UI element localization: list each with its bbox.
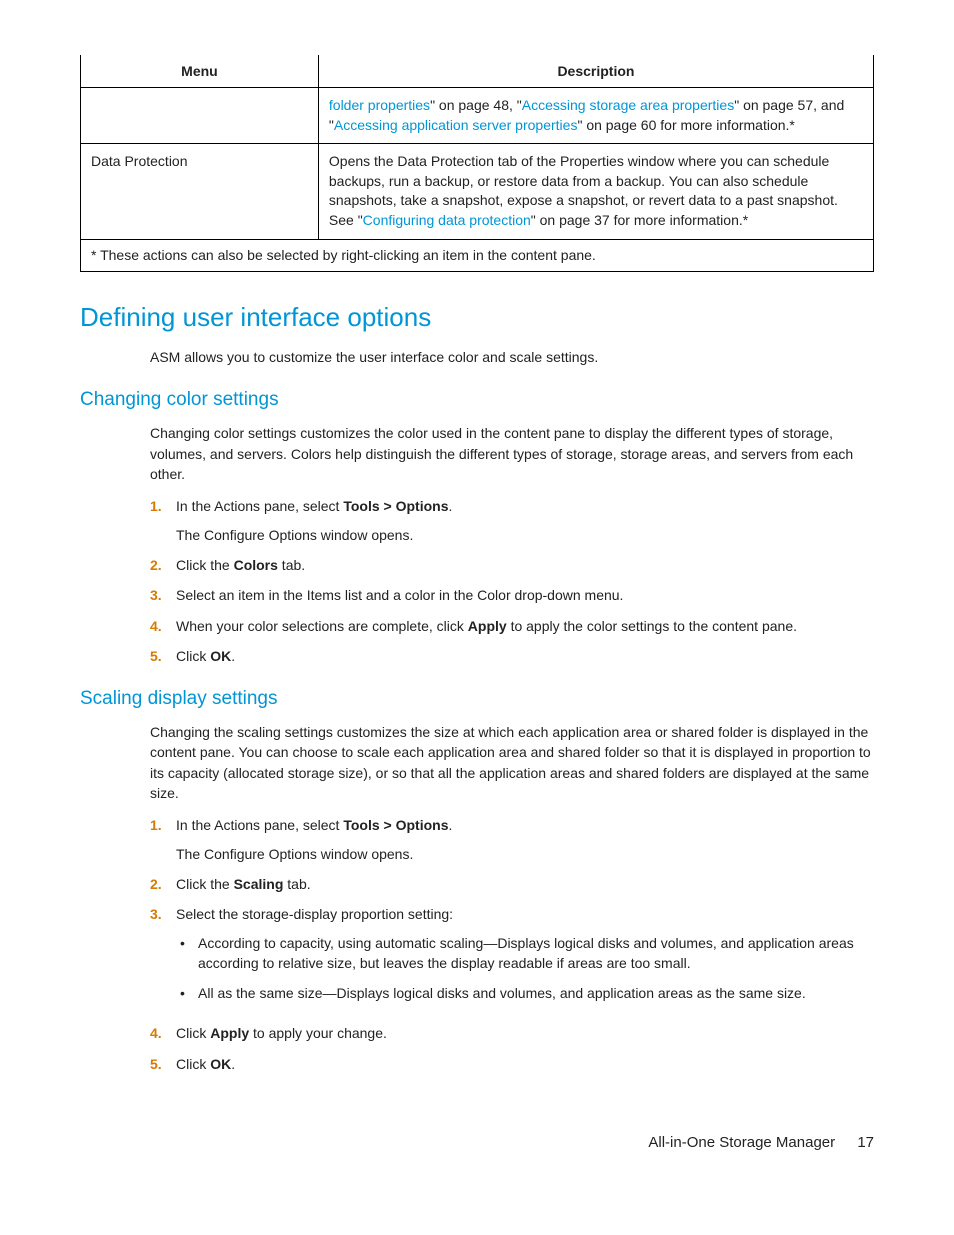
text: Select an item in the Items list and a c… [176, 585, 874, 605]
text-bold: Tools > Options [343, 498, 448, 514]
bullet-item: • All as the same size—Displays logical … [176, 983, 874, 1003]
text-bold: Apply [468, 618, 507, 634]
bullet-item: • According to capacity, using automatic… [176, 933, 874, 974]
text: tab. [278, 557, 305, 573]
heading-changing-color-settings: Changing color settings [80, 389, 874, 411]
step-subtext: The Configure Options window opens. [176, 525, 874, 545]
table-cell-description: folder properties" on page 48, "Accessin… [318, 88, 873, 144]
table-cell-menu: Data Protection [81, 144, 319, 239]
table-header-description: Description [318, 55, 873, 88]
step-item: 4. Click Apply to apply your change. [150, 1023, 874, 1043]
text: " on page 60 for more information.* [577, 117, 794, 133]
link-storage-area-properties[interactable]: Accessing storage area properties [522, 97, 734, 113]
text: to apply the color settings to the conte… [507, 618, 797, 634]
step-number: 3. [150, 904, 176, 1013]
step-subtext: The Configure Options window opens. [176, 844, 874, 864]
table-header-row: Menu Description [81, 55, 874, 88]
step-item: 3. Select the storage-display proportion… [150, 904, 874, 1013]
text-bold: OK [210, 648, 231, 664]
text: Click the [176, 557, 234, 573]
step-item: 2. Click the Scaling tab. [150, 874, 874, 894]
step-item: 2. Click the Colors tab. [150, 555, 874, 575]
table-cell-menu [81, 88, 319, 144]
text-bold: Colors [234, 557, 278, 573]
text: Click [176, 1025, 210, 1041]
heading-scaling-display-settings: Scaling display settings [80, 688, 874, 710]
step-number: 5. [150, 1054, 176, 1074]
text: . [231, 1056, 235, 1072]
text: to apply your change. [249, 1025, 387, 1041]
text: According to capacity, using automatic s… [198, 933, 874, 974]
step-item: 4. When your color selections are comple… [150, 616, 874, 636]
step-number: 1. [150, 496, 176, 545]
text-bold: Apply [210, 1025, 249, 1041]
step-item: 5. Click OK. [150, 1054, 874, 1074]
text: Click [176, 648, 210, 664]
text: All as the same size—Displays logical di… [198, 983, 806, 1003]
steps-color-settings: 1. In the Actions pane, select Tools > O… [150, 496, 874, 666]
table-footnote: * These actions can also be selected by … [81, 239, 874, 272]
step-item: 3. Select an item in the Items list and … [150, 585, 874, 605]
table-row: Data Protection Opens the Data Protectio… [81, 144, 874, 239]
step-item: 5. Click OK. [150, 646, 874, 666]
text: " on page 48, " [430, 97, 522, 113]
step-number: 1. [150, 815, 176, 864]
menu-description-table: Menu Description folder properties" on p… [80, 55, 874, 272]
text: . [448, 817, 452, 833]
heading-defining-ui-options: Defining user interface options [80, 302, 874, 333]
text: Click the [176, 876, 234, 892]
text-bold: Scaling [234, 876, 284, 892]
step-item: 1. In the Actions pane, select Tools > O… [150, 496, 874, 545]
step-number: 3. [150, 585, 176, 605]
link-folder-properties[interactable]: folder properties [329, 97, 430, 113]
steps-scaling-settings: 1. In the Actions pane, select Tools > O… [150, 815, 874, 1074]
text: . [448, 498, 452, 514]
table-cell-description: Opens the Data Protection tab of the Pro… [318, 144, 873, 239]
text-bold: OK [210, 1056, 231, 1072]
step-item: 1. In the Actions pane, select Tools > O… [150, 815, 874, 864]
text-bold: Tools > Options [343, 817, 448, 833]
text: tab. [283, 876, 310, 892]
bullet-icon: • [176, 933, 198, 974]
paragraph: ASM allows you to customize the user int… [150, 347, 874, 367]
text: In the Actions pane, select [176, 817, 343, 833]
page-footer: All-in-One Storage Manager 17 [80, 1134, 874, 1151]
link-configuring-data-protection[interactable]: Configuring data protection [363, 212, 531, 228]
table-header-menu: Menu [81, 55, 319, 88]
bullet-list: • According to capacity, using automatic… [176, 933, 874, 1004]
step-number: 4. [150, 1023, 176, 1043]
step-number: 2. [150, 555, 176, 575]
table-footnote-row: * These actions can also be selected by … [81, 239, 874, 272]
page-number: 17 [857, 1134, 874, 1151]
text: " on page 37 for more information.* [531, 212, 748, 228]
document-page: Menu Description folder properties" on p… [0, 0, 954, 1191]
text: Select the storage-display proportion se… [176, 906, 453, 922]
text: When your color selections are complete,… [176, 618, 468, 634]
footer-title: All-in-One Storage Manager [648, 1134, 835, 1151]
link-application-server-properties[interactable]: Accessing application server properties [334, 117, 578, 133]
step-number: 2. [150, 874, 176, 894]
step-number: 4. [150, 616, 176, 636]
step-number: 5. [150, 646, 176, 666]
text: . [231, 648, 235, 664]
bullet-icon: • [176, 983, 198, 1003]
paragraph: Changing color settings customizes the c… [150, 423, 874, 484]
paragraph: Changing the scaling settings customizes… [150, 722, 874, 803]
table-row: folder properties" on page 48, "Accessin… [81, 88, 874, 144]
text: In the Actions pane, select [176, 498, 343, 514]
text: Click [176, 1056, 210, 1072]
